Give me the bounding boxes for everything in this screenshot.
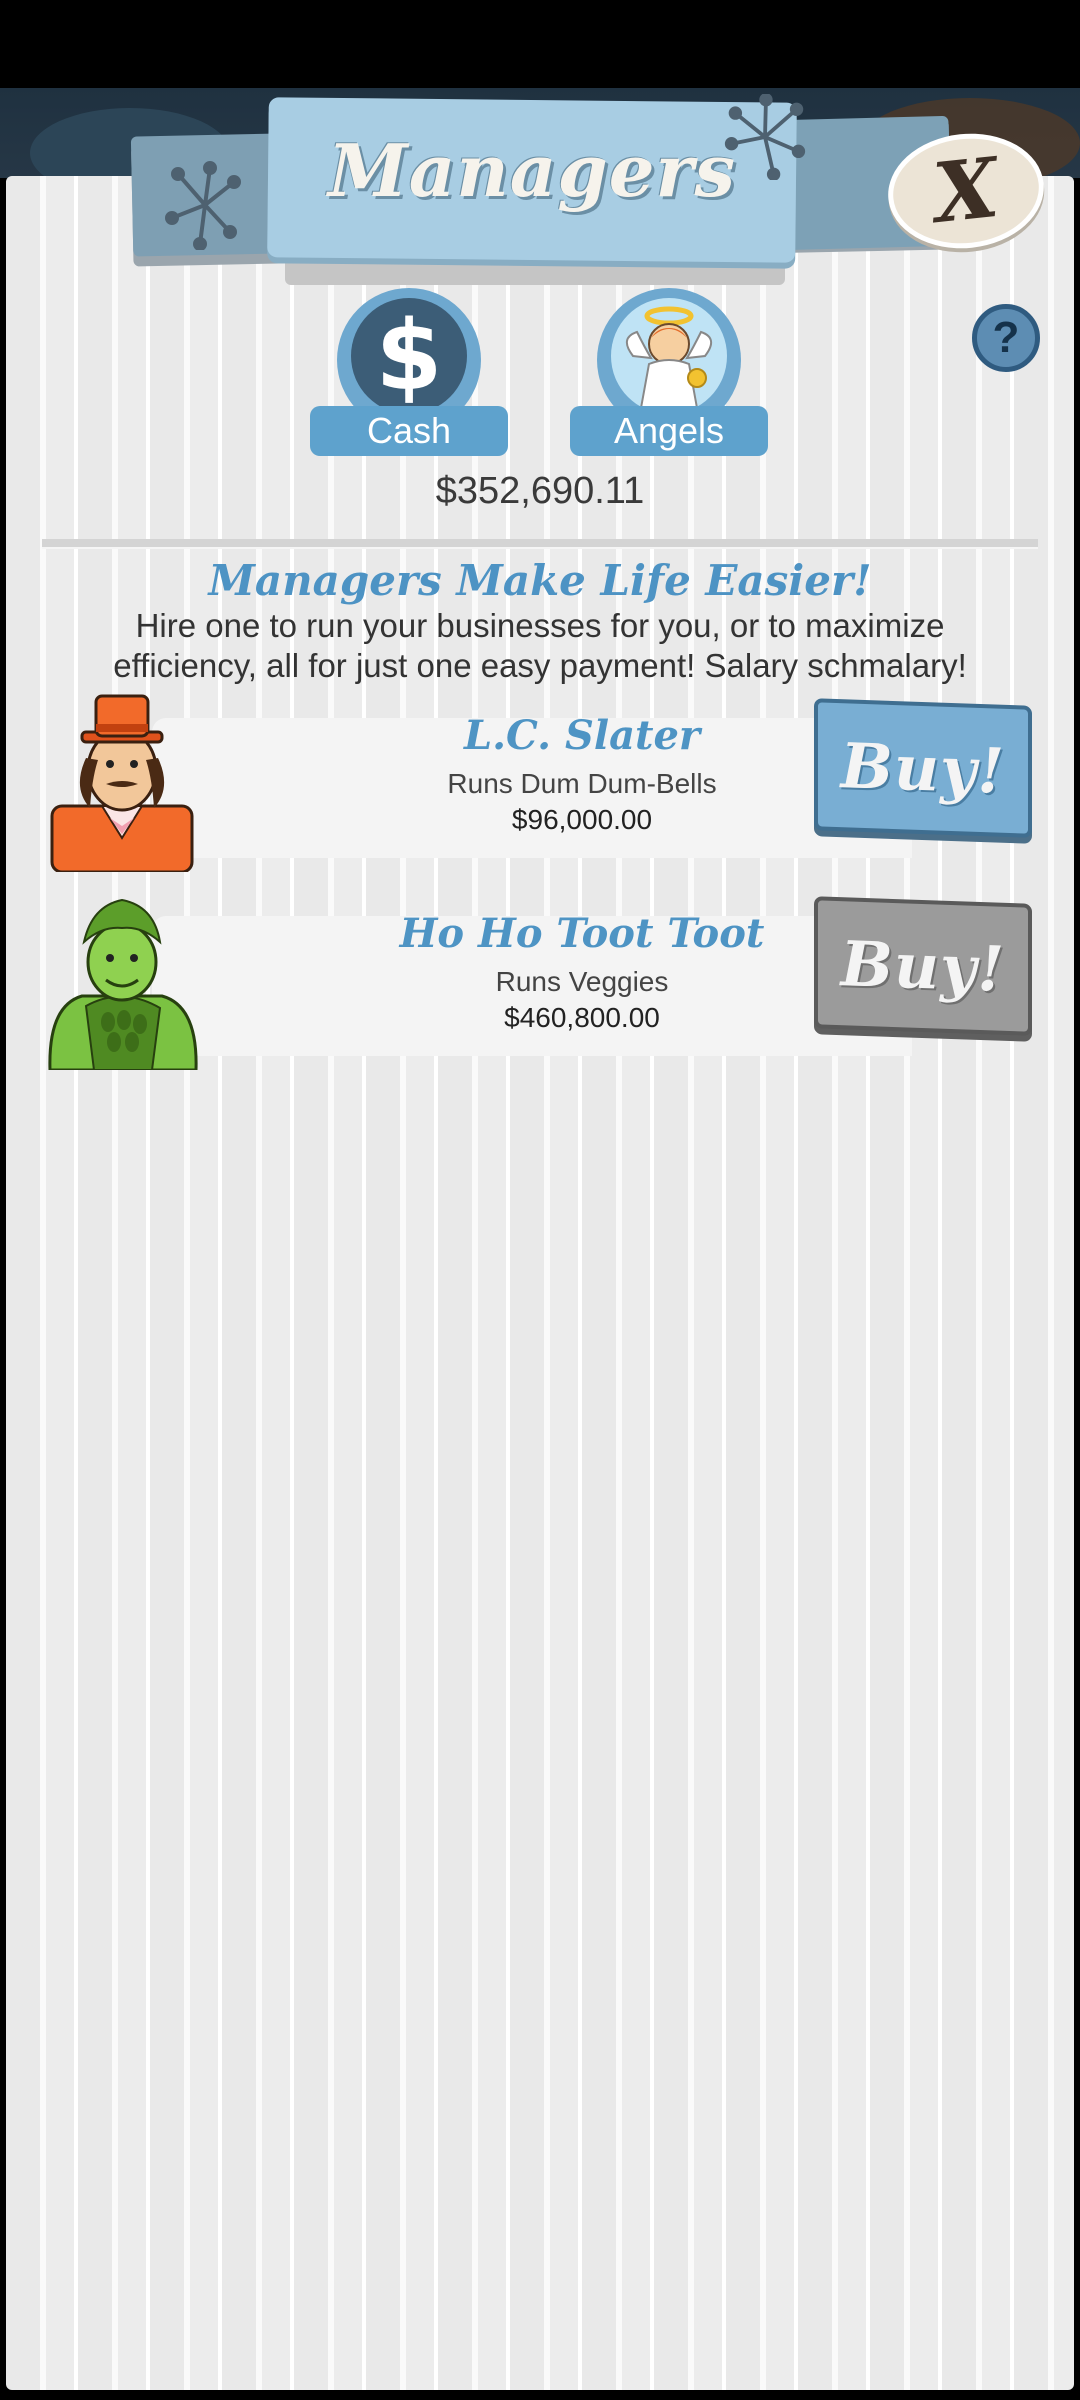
intro-text: Hire one to run your businesses for you,… <box>113 607 967 684</box>
help-button[interactable]: ? <box>972 304 1040 372</box>
angel-icon <box>611 298 727 414</box>
tab-cash-label: Cash <box>310 406 508 456</box>
cash-balance: $352,690.11 <box>435 470 645 512</box>
help-icon: ? <box>992 313 1020 362</box>
tab-cash[interactable]: $ Cash <box>310 288 508 456</box>
intro-heading: Managers Make Life Easier! <box>208 556 872 605</box>
tab-angels[interactable]: Angels <box>570 288 768 456</box>
buy-button[interactable]: Buy! <box>814 698 1032 838</box>
slater-portrait <box>50 694 194 872</box>
tab-angels-label: Angels <box>570 406 768 456</box>
manager-row: L.C. Slater Runs Dum Dum-Bells $96,000.0… <box>42 694 1038 872</box>
divider <box>42 539 1038 549</box>
page-title: Managers <box>328 128 736 213</box>
close-icon: X <box>929 139 1003 243</box>
starburst-icon <box>165 161 241 250</box>
green-giant-portrait <box>48 898 198 1070</box>
status-bar-area <box>0 0 1080 88</box>
buy-button[interactable]: Buy! <box>814 896 1032 1036</box>
dollar-icon: $ <box>351 298 467 414</box>
manager-row: Ho Ho Toot Toot Runs Veggies $460,800.00… <box>42 896 1038 1070</box>
starburst-icon <box>724 94 806 180</box>
